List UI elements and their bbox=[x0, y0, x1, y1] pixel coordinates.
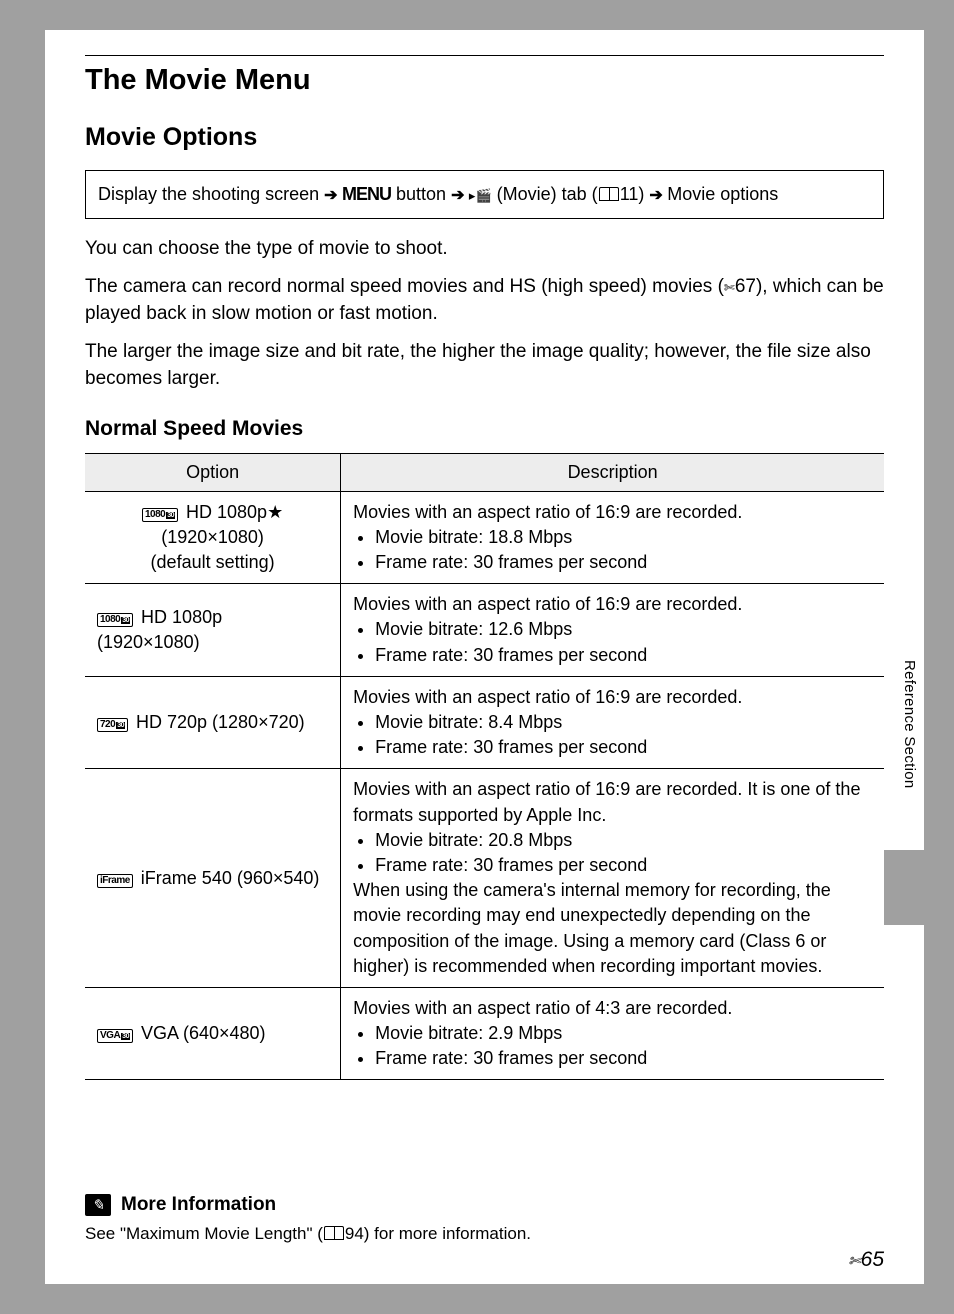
arrow-icon: ➔ bbox=[324, 187, 342, 204]
desc-lead: Movies with an aspect ratio of 4:3 are r… bbox=[353, 996, 872, 1021]
book-icon bbox=[324, 1226, 344, 1240]
desc-bullet: Frame rate: 30 frames per second bbox=[375, 853, 872, 878]
table-row: VGA30 VGA (640×480) Movies with an aspect… bbox=[85, 987, 884, 1080]
option-cell: 108030 HD 1080p★(1920×1080)(default sett… bbox=[85, 491, 341, 584]
description-cell: Movies with an aspect ratio of 16:9 are … bbox=[341, 769, 884, 988]
page-sym-icon: ✄ bbox=[848, 1253, 861, 1270]
arrow-icon: ➔ bbox=[451, 187, 469, 204]
option-cell: 72030 HD 720p (1280×720) bbox=[85, 676, 341, 769]
col-description: Description bbox=[341, 453, 884, 491]
col-option: Option bbox=[85, 453, 341, 491]
table-heading: Normal Speed Movies bbox=[85, 417, 884, 441]
menu-label: MENU bbox=[342, 184, 391, 204]
desc-list: Movie bitrate: 18.8 MbpsFrame rate: 30 f… bbox=[353, 525, 872, 575]
intro-paragraph-1: You can choose the type of movie to shoo… bbox=[85, 235, 884, 263]
arrow-icon: ➔ bbox=[649, 187, 667, 204]
option-badge-icon: 108030 bbox=[142, 508, 178, 522]
option-badge-icon: iFrame bbox=[97, 874, 133, 888]
breadcrumb-last: Movie options bbox=[667, 184, 778, 204]
movie-tab-icon: ▸🎬 bbox=[469, 188, 492, 203]
desc-bullet: Movie bitrate: 8.4 Mbps bbox=[375, 710, 872, 735]
option-badge-icon: VGA30 bbox=[97, 1029, 133, 1043]
star-icon: ★ bbox=[267, 502, 283, 522]
page-number-value: 65 bbox=[861, 1248, 884, 1271]
para-2a: The camera can record normal speed movie… bbox=[85, 276, 724, 297]
desc-lead: Movies with an aspect ratio of 16:9 are … bbox=[353, 685, 872, 710]
movie-tab-label: (Movie) tab ( bbox=[497, 184, 598, 204]
desc-list: Movie bitrate: 2.9 MbpsFrame rate: 30 fr… bbox=[353, 1021, 872, 1071]
more-info-text: See "Maximum Movie Length" ( 94) for more… bbox=[85, 1224, 884, 1244]
option-badge-icon: 72030 bbox=[97, 718, 128, 732]
title-bar: The Movie Menu bbox=[85, 55, 884, 103]
option-cell: VGA30 VGA (640×480) bbox=[85, 987, 341, 1080]
option-badge-icon: 108030 bbox=[97, 613, 133, 627]
section-subtitle: Movie Options bbox=[85, 103, 884, 170]
desc-list: Movie bitrate: 20.8 MbpsFrame rate: 30 f… bbox=[353, 828, 872, 878]
desc-bullet: Movie bitrate: 12.6 Mbps bbox=[375, 617, 872, 642]
page-title: The Movie Menu bbox=[85, 56, 884, 103]
thumb-tab-label: Reference Section bbox=[901, 660, 918, 789]
desc-bullet: Frame rate: 30 frames per second bbox=[375, 643, 872, 668]
description-cell: Movies with an aspect ratio of 16:9 are … bbox=[341, 491, 884, 584]
table-row: 108030 HD 1080p (1920×1080) Movies with a… bbox=[85, 584, 884, 677]
description-cell: Movies with an aspect ratio of 16:9 are … bbox=[341, 676, 884, 769]
table-row: 108030 HD 1080p★(1920×1080)(default sett… bbox=[85, 491, 884, 584]
breadcrumb-text: Display the shooting screen bbox=[98, 184, 319, 204]
desc-list: Movie bitrate: 8.4 MbpsFrame rate: 30 fr… bbox=[353, 710, 872, 760]
table-row: iFrame iFrame 540 (960×540)Movies with a… bbox=[85, 769, 884, 988]
intro-paragraph-2: The camera can record normal speed movie… bbox=[85, 273, 884, 328]
book-icon bbox=[599, 187, 619, 201]
intro-paragraph-3: The larger the image size and bit rate, … bbox=[85, 338, 884, 393]
desc-tail: When using the camera's internal memory … bbox=[353, 878, 872, 979]
more-info-title: More Information bbox=[121, 1194, 276, 1216]
desc-bullet: Movie bitrate: 18.8 Mbps bbox=[375, 525, 872, 550]
more-info-section: ✎ More Information See "Maximum Movie Le… bbox=[85, 1194, 884, 1244]
desc-list: Movie bitrate: 12.6 MbpsFrame rate: 30 f… bbox=[353, 617, 872, 667]
more-info-a: See "Maximum Movie Length" ( bbox=[85, 1224, 323, 1243]
breadcrumb: Display the shooting screen ➔ MENU butto… bbox=[85, 170, 884, 219]
desc-lead: Movies with an aspect ratio of 16:9 are … bbox=[353, 592, 872, 617]
description-cell: Movies with an aspect ratio of 16:9 are … bbox=[341, 584, 884, 677]
desc-bullet: Frame rate: 30 frames per second bbox=[375, 735, 872, 760]
desc-bullet: Frame rate: 30 frames per second bbox=[375, 550, 872, 575]
option-cell: 108030 HD 1080p (1920×1080) bbox=[85, 584, 341, 677]
pencil-icon: ✎ bbox=[85, 1194, 111, 1216]
desc-lead: Movies with an aspect ratio of 16:9 are … bbox=[353, 777, 872, 827]
table-row: 72030 HD 720p (1280×720) Movies with an a… bbox=[85, 676, 884, 769]
more-info-b: 94) for more information. bbox=[345, 1224, 531, 1243]
options-table: Option Description 108030 HD 1080p★(1920… bbox=[85, 453, 884, 1081]
desc-bullet: Frame rate: 30 frames per second bbox=[375, 1046, 872, 1071]
desc-lead: Movies with an aspect ratio of 16:9 are … bbox=[353, 500, 872, 525]
desc-bullet: Movie bitrate: 20.8 Mbps bbox=[375, 828, 872, 853]
option-cell: iFrame iFrame 540 (960×540) bbox=[85, 769, 341, 988]
page-ref: 11) bbox=[620, 184, 645, 204]
desc-bullet: Movie bitrate: 2.9 Mbps bbox=[375, 1021, 872, 1046]
button-word: button bbox=[391, 184, 446, 204]
page-number: ✄65 bbox=[848, 1248, 884, 1272]
reference-icon: ✄ bbox=[724, 280, 735, 295]
thumb-tab-marker bbox=[884, 850, 924, 925]
description-cell: Movies with an aspect ratio of 4:3 are r… bbox=[341, 987, 884, 1080]
